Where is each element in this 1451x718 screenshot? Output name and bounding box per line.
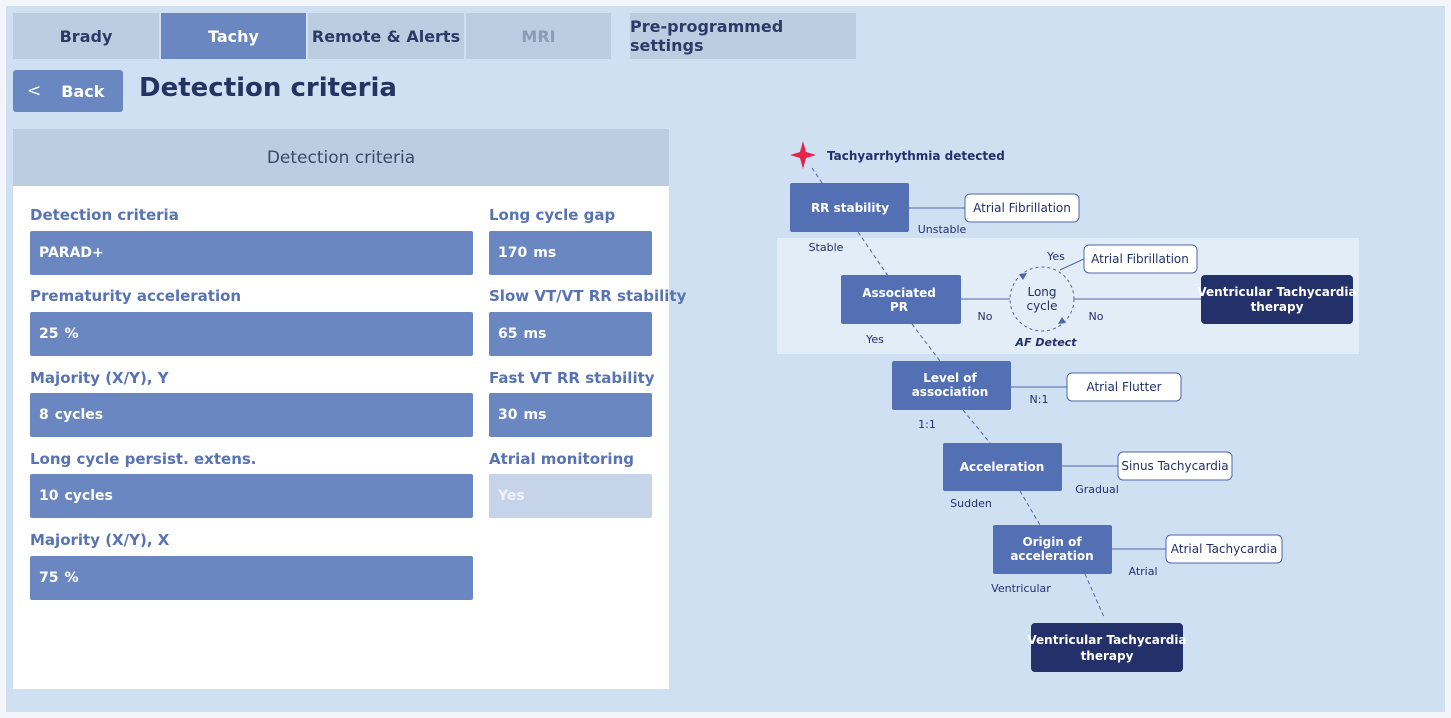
fast-vt-rr-stability-field[interactable]: 30 ms [489,393,652,437]
long-cycle-persist-field[interactable]: 10 cycles [30,474,473,518]
field-unit: ms [523,407,547,423]
slow-vt-rr-stability-field[interactable]: 65 ms [489,312,652,356]
field-value: 65 [498,326,518,342]
slow-vt-rr-stability-label: Slow VT/VT RR stability [489,287,687,305]
fast-vt-rr-stability-label: Fast VT RR stability [489,369,655,387]
majority-x-label: Majority (X/Y), X [30,531,170,549]
page-title: Detection criteria [139,73,397,103]
tab-pre-programmed-settings[interactable]: Pre-programmed settings [630,13,856,59]
tab-mri[interactable]: MRI [466,13,611,59]
tab-tachy[interactable]: Tachy [161,13,306,59]
long-cycle-gap-label: Long cycle gap [489,206,616,224]
field-unit: % [64,570,79,586]
field-unit: ms [533,245,557,261]
field-unit: cycles [54,407,104,423]
tab-brady[interactable]: Brady [13,13,159,59]
field-unit: ms [523,326,547,342]
field-value: PARAD+ [39,245,104,261]
field-value: Yes [498,488,525,504]
field-unit: % [64,326,79,342]
field-value: 170 [498,245,528,261]
prematurity-acceleration-field[interactable]: 25% [30,312,473,356]
field-value: 25 [39,326,59,342]
long-cycle-persist-label: Long cycle persist. extens. [30,450,257,468]
back-button-label: Back [61,81,105,101]
back-button[interactable]: < Back [13,70,123,112]
field-value: 75 [39,570,59,586]
panel-header: Detection criteria [13,129,669,186]
majority-x-field[interactable]: 75% [30,556,473,600]
field-value: 10 [39,488,59,504]
tab-remote-alerts[interactable]: Remote & Alerts [308,13,464,59]
detection-criteria-field[interactable]: PARAD+ [30,231,473,275]
atrial-monitoring-field: Yes [489,474,652,518]
field-unit: cycles [64,488,113,504]
chevron-left-icon: < [27,81,42,101]
detection-criteria-label: Detection criteria [30,206,179,224]
field-value: 8 [39,407,49,423]
long-cycle-gap-field[interactable]: 170 ms [489,231,652,275]
prematurity-acceleration-label: Prematurity acceleration [30,287,242,305]
atrial-monitoring-label: Atrial monitoring [489,450,634,468]
majority-y-field[interactable]: 8 cycles [30,393,473,437]
majority-y-label: Majority (X/Y), Y [30,369,169,387]
field-value: 30 [498,407,518,423]
